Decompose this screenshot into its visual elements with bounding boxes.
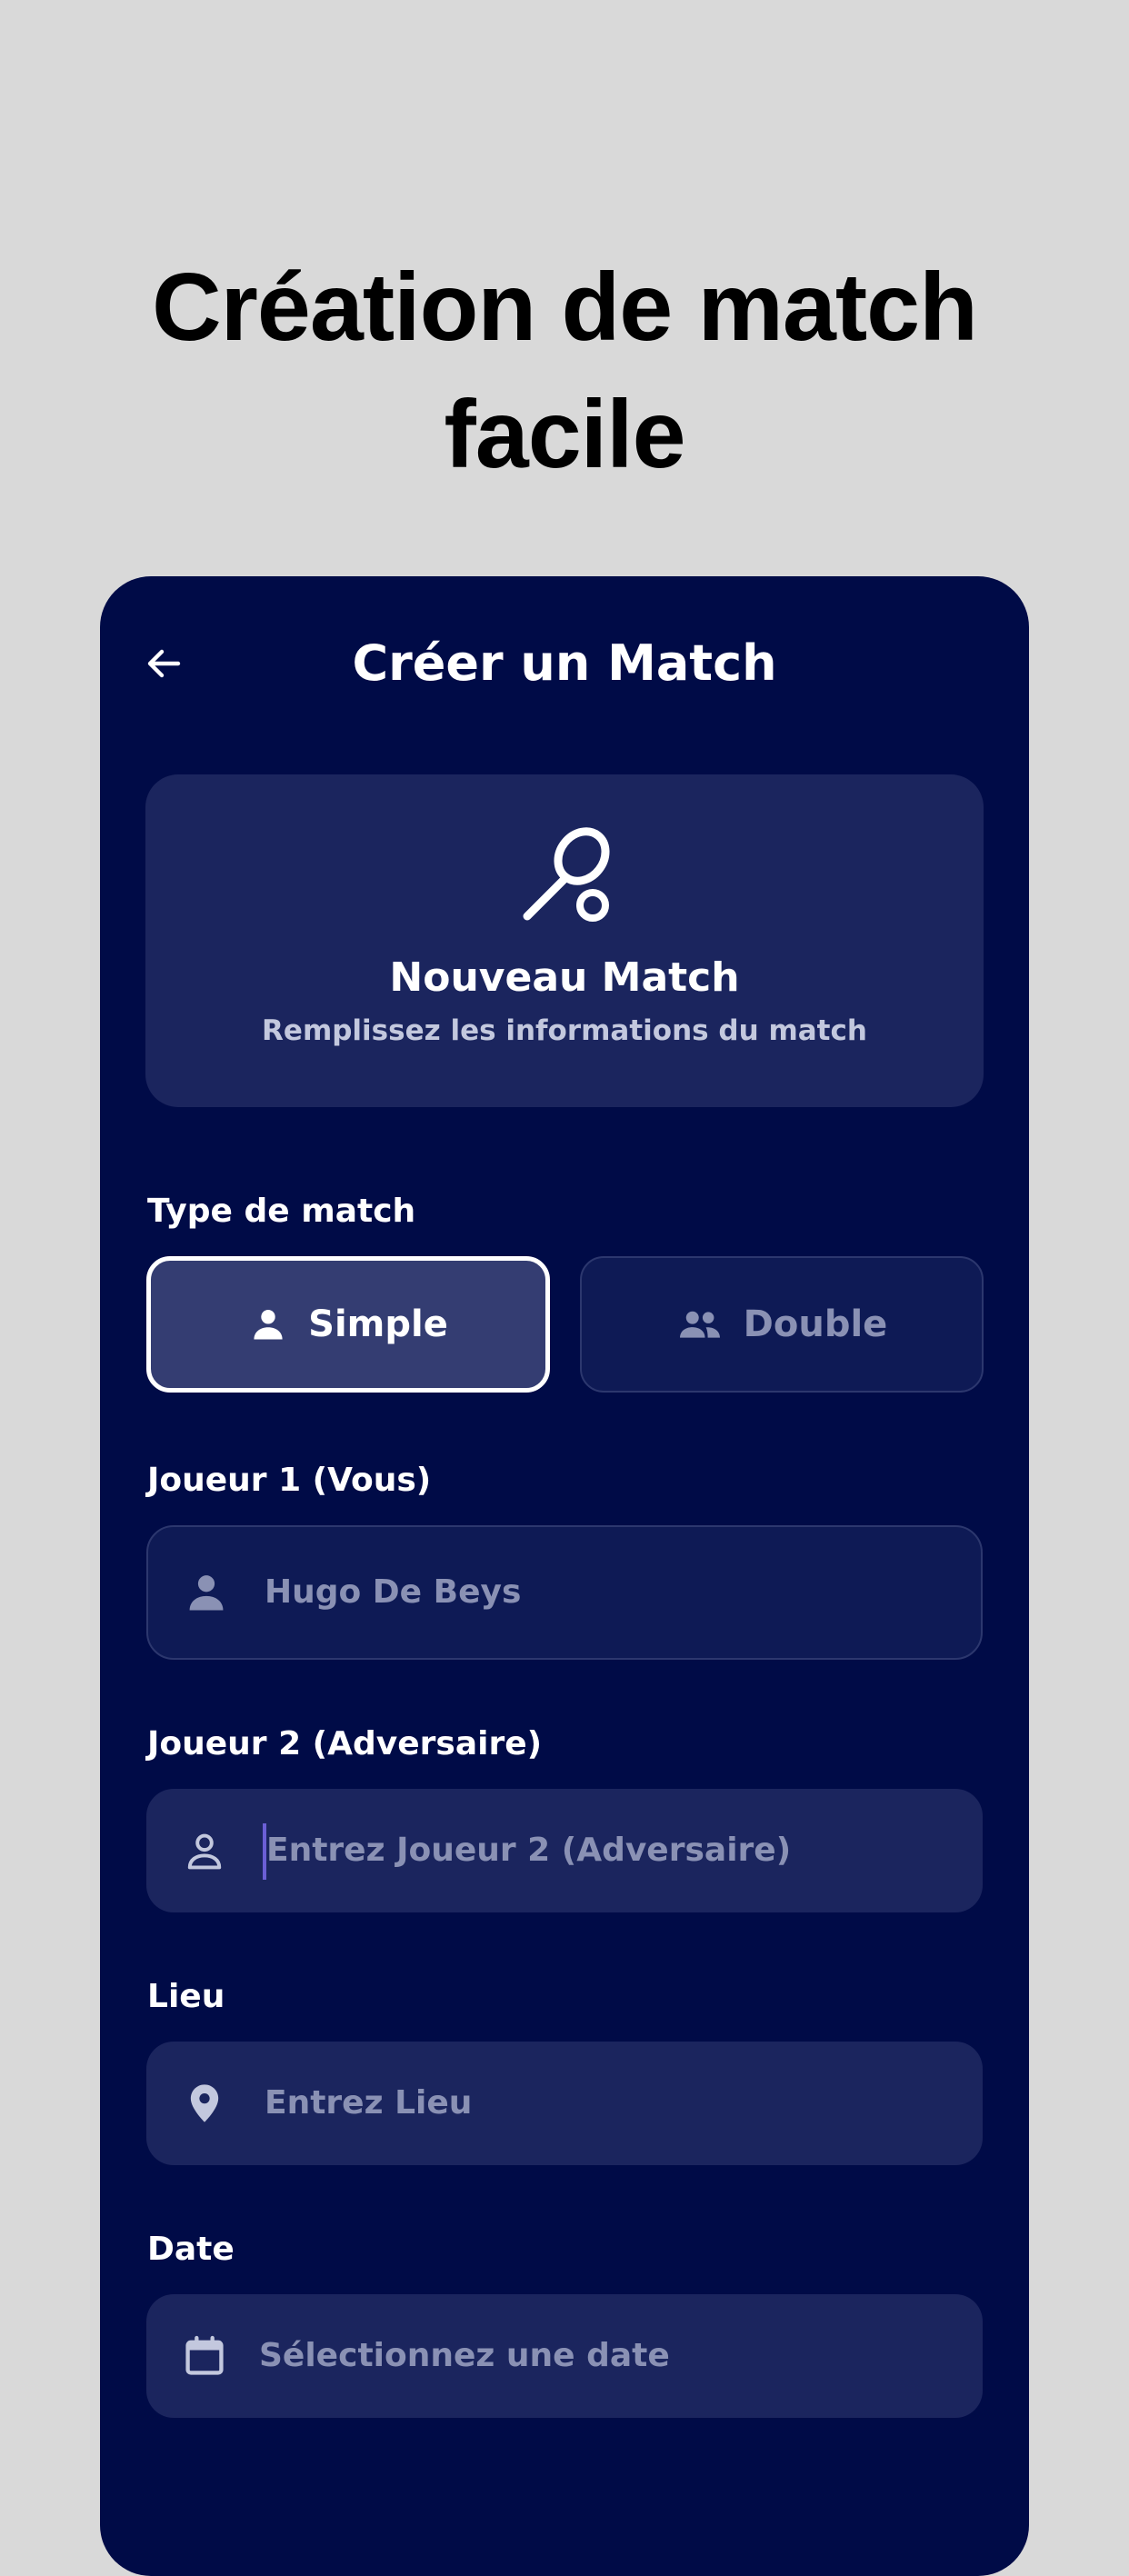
match-type-simple-button[interactable]: Simple [146,1256,550,1393]
date-placeholder: Sélectionnez une date [259,2337,670,2374]
screen-title: Créer un Match [352,634,777,692]
calendar-icon [185,2335,224,2375]
player1-field: Hugo De Beys [146,1525,983,1660]
promo-title: Création de match facile [0,244,1129,498]
card-subtitle: Remplissez les informations du match [262,1014,867,1047]
phone-screen: Créer un Match Nouveau Match Remplissez … [100,576,1029,2576]
back-button[interactable] [136,636,191,691]
card-title: Nouveau Match [389,954,740,1001]
arrow-left-icon [147,649,181,678]
person-icon [189,1575,224,1611]
new-match-card: Nouveau Match Remplissez les information… [145,774,984,1107]
location-input[interactable]: Entrez Lieu [146,2042,983,2165]
people-icon [679,1311,720,1338]
location-pin-icon [190,2084,219,2122]
date-input[interactable]: Sélectionnez une date [146,2294,983,2418]
date-label: Date [147,2231,235,2268]
player2-input[interactable]: Entrez Joueur 2 (Adversaire) [146,1789,983,1912]
location-placeholder: Entrez Lieu [265,2084,473,2122]
person-outline-icon [187,1833,222,1870]
app-header: Créer un Match [100,627,1029,700]
location-label: Lieu [147,1978,225,2015]
player1-value: Hugo De Beys [265,1573,522,1611]
match-type-double-button[interactable]: Double [580,1256,984,1393]
double-label: Double [743,1303,888,1345]
player2-placeholder: Entrez Joueur 2 (Adversaire) [266,1832,792,1869]
player2-label: Joueur 2 (Adversaire) [147,1725,543,1762]
player1-label: Joueur 1 (Vous) [147,1462,432,1499]
tennis-racket-icon [523,827,610,922]
simple-label: Simple [308,1303,448,1345]
match-type-label: Type de match [147,1193,416,1230]
promo-title-line-2: facile [444,381,685,488]
person-icon [254,1310,283,1340]
promo-title-line-1: Création de match [152,254,978,361]
